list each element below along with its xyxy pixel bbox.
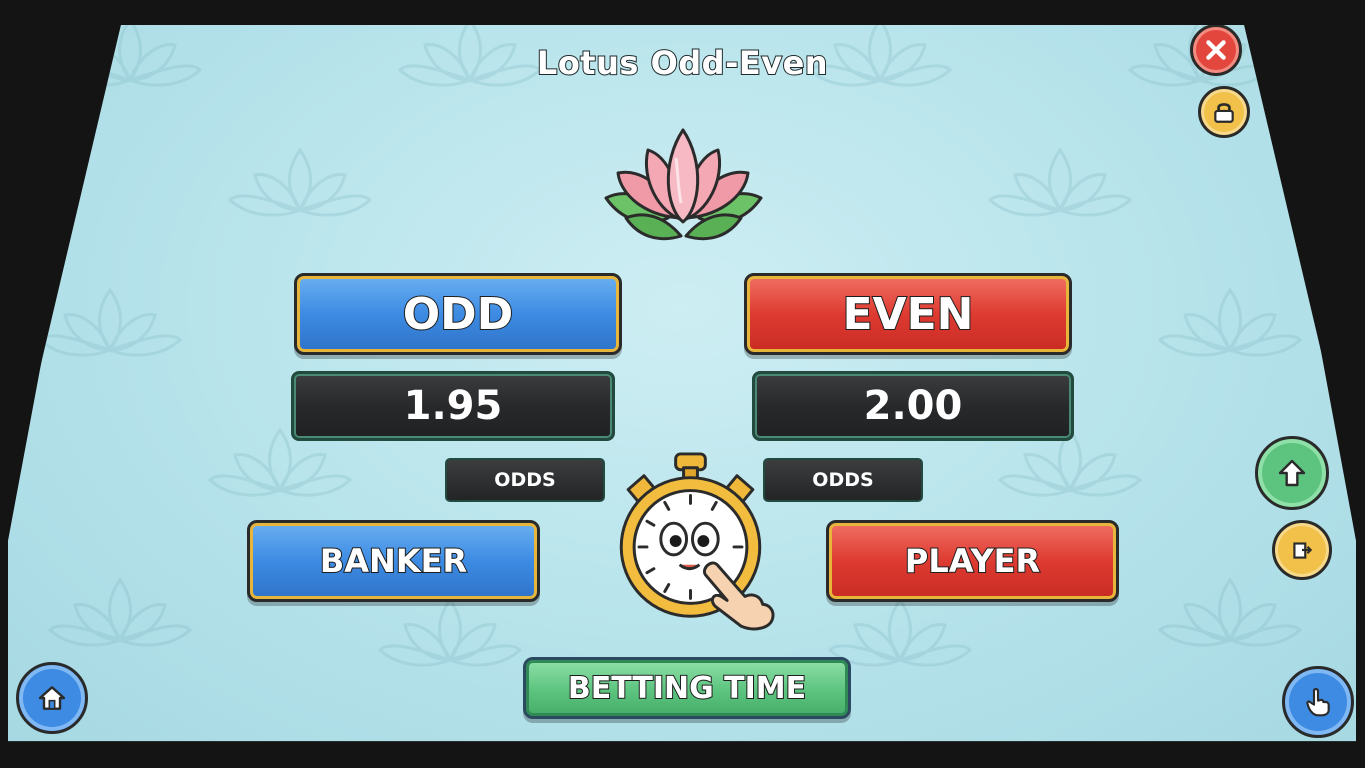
game-title: Lotus Odd-Even [536,43,829,83]
even-bet-button[interactable]: EVEN [744,273,1072,355]
stopwatch-icon [619,452,775,631]
game-frame: Lotus Odd-Even ODD EVEN 1.95 2.00 ODDS O… [0,0,1365,768]
betting-time-label: BETTING TIME [567,670,807,707]
even-odds-value: 2.00 [863,383,963,429]
share-button[interactable] [1272,520,1332,580]
arrow-up-icon [1278,459,1306,487]
lock-icon [1214,103,1234,123]
background-lotus-pattern [38,18,1302,667]
odds-caption-left: ODDS [445,458,605,502]
home-icon [38,686,66,710]
player-bet-label: PLAYER [904,541,1041,581]
lock-button[interactable] [1198,86,1250,138]
banker-bet-button[interactable]: BANKER [247,520,540,602]
even-odds-display: 2.00 [752,371,1074,441]
odds-caption-right: ODDS [763,458,923,502]
game-screen: Lotus Odd-Even ODD EVEN 1.95 2.00 ODDS O… [0,16,1365,742]
arrow-up-button[interactable] [1255,436,1329,510]
hand-pointer-button[interactable] [1282,666,1354,738]
banker-bet-label: BANKER [319,541,468,581]
player-bet-button[interactable]: PLAYER [826,520,1119,602]
hand-pointer-icon [1306,688,1330,717]
odd-bet-button[interactable]: ODD [294,273,622,355]
close-button[interactable] [1190,24,1242,76]
close-icon [1206,40,1226,60]
even-bet-label: EVEN [842,288,975,341]
odd-odds-value: 1.95 [403,383,503,429]
lotus-icon [604,128,763,241]
home-button[interactable] [16,662,88,734]
odd-bet-label: ODD [402,288,514,341]
betting-time-status: BETTING TIME [523,657,851,719]
odd-odds-display: 1.95 [291,371,615,441]
share-icon [1293,542,1313,559]
